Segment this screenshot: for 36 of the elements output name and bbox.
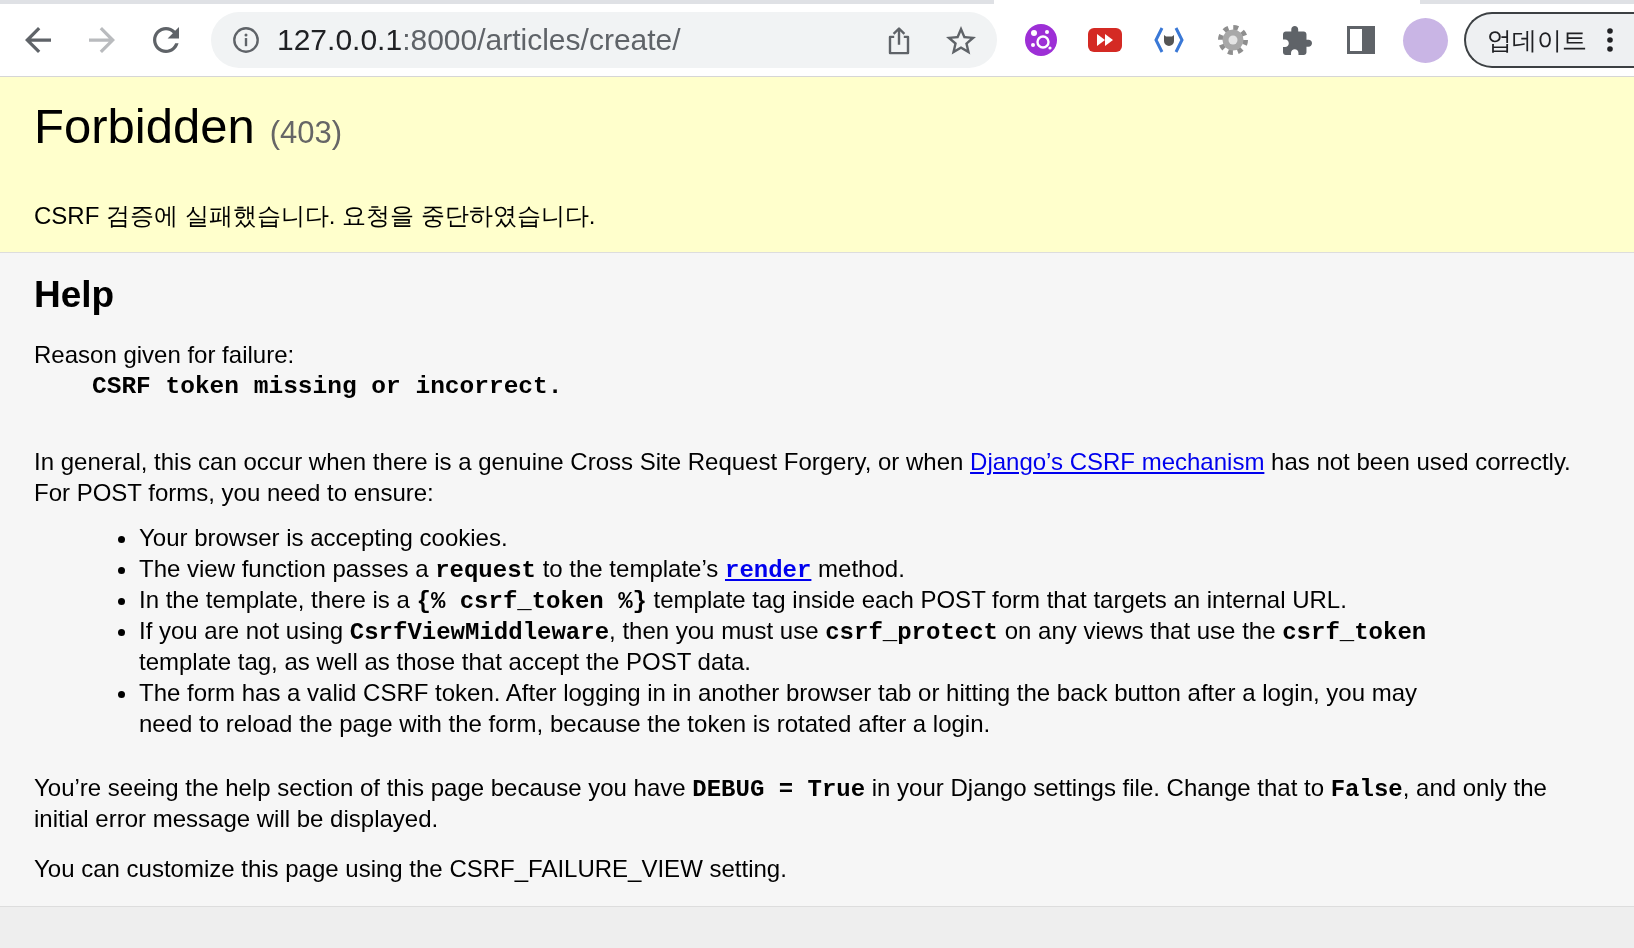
puzzle-icon[interactable] — [1282, 25, 1312, 55]
info-icon[interactable] — [233, 27, 259, 53]
bullet-icon — [118, 629, 125, 636]
settings-icon[interactable] — [1218, 25, 1248, 55]
reason-label: Reason given for failure: — [34, 340, 295, 370]
bullet-icon — [118, 691, 125, 698]
checklist-item: The form has a valid CSRF token. After logging in in another browser tab or hitting the back button after a login, you may need to reload the page with the form, because the token is rotated after a login. — [139, 678, 1418, 739]
bullet-icon — [118, 598, 125, 605]
url-text[interactable]: 127.0.0.1:8000/articles/create/ — [277, 23, 681, 57]
customize-note: You can customize this page using the CSRF_FAILURE_VIEW setting. — [34, 854, 787, 884]
checklist-item: Your browser is accepting cookies. — [139, 523, 508, 553]
reason-text: CSRF token missing or incorrect. — [92, 372, 563, 402]
share-icon[interactable] — [887, 25, 911, 55]
bullet-icon — [118, 567, 125, 574]
debug-note: You’re seeing the help section of this page because you have DEBUG = True in your Django settings file. Change that to False, and only the initial error message will be displayed. — [34, 773, 1547, 834]
checklist-item: In the template, there is a {% csrf_token %} template tag inside each POST form that targets an internal URL. — [139, 585, 1347, 615]
intro-paragraph: In general, this can occur when there is a genuine Cross Site Request Forgery, or when Django’s CSRF mechanism has not been used correctly. For POST forms, you need to ensure: — [34, 447, 1571, 508]
text-link[interactable]: Django’s CSRF mechanism — [970, 448, 1265, 475]
checklist-item: If you are not using CsrfViewMiddleware, then you must use csrf_protect on any views that use the csrf_token template tag, as well as those that accept the POST data. — [139, 616, 1427, 677]
page-title: Forbidden — [34, 98, 255, 155]
help-heading: Help — [34, 273, 115, 317]
code-link[interactable]: render — [725, 557, 812, 584]
side-panel-icon[interactable] — [1347, 26, 1375, 54]
bubble-logo-icon[interactable] — [1025, 24, 1057, 56]
address-bar[interactable]: 127.0.0.1:8000/articles/create/ — [211, 12, 997, 68]
star-icon[interactable] — [946, 25, 976, 55]
update-button[interactable]: 업데이트 — [1464, 12, 1634, 68]
status-code: (403) — [269, 115, 343, 151]
fast-forward-icon[interactable] — [1088, 28, 1122, 52]
code-brackets-icon[interactable] — [1153, 26, 1185, 54]
back-icon[interactable] — [25, 27, 51, 53]
error-message: CSRF 검증에 실패했습니다. 요청을 중단하였습니다. — [34, 201, 596, 231]
reload-icon[interactable] — [153, 27, 179, 53]
bullet-icon — [118, 536, 125, 543]
more-icon[interactable] — [1607, 28, 1613, 52]
checklist-item: The view function passes a request to the template’s render method. — [139, 554, 905, 584]
